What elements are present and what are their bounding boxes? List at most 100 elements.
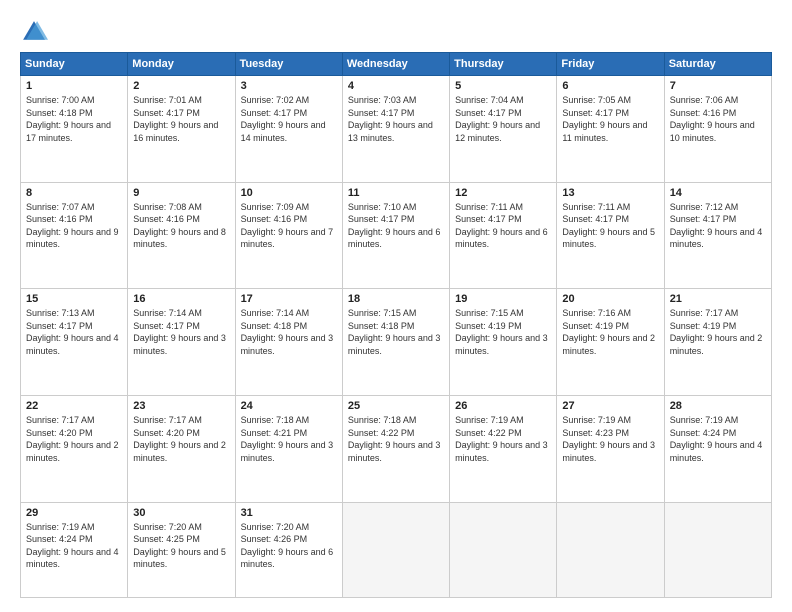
calendar-cell: 11 Sunrise: 7:10 AM Sunset: 4:17 PM Dayl… bbox=[342, 182, 449, 289]
day-number: 17 bbox=[241, 293, 337, 305]
day-info: Sunrise: 7:19 AM Sunset: 4:23 PM Dayligh… bbox=[562, 414, 658, 464]
day-info: Sunrise: 7:02 AM Sunset: 4:17 PM Dayligh… bbox=[241, 94, 337, 144]
day-number: 13 bbox=[562, 187, 658, 199]
day-info: Sunrise: 7:04 AM Sunset: 4:17 PM Dayligh… bbox=[455, 94, 551, 144]
day-info: Sunrise: 7:13 AM Sunset: 4:17 PM Dayligh… bbox=[26, 307, 122, 357]
calendar-cell bbox=[450, 502, 557, 597]
calendar-cell: 22 Sunrise: 7:17 AM Sunset: 4:20 PM Dayl… bbox=[21, 395, 128, 502]
day-number: 22 bbox=[26, 400, 122, 412]
day-number: 30 bbox=[133, 507, 229, 519]
day-number: 4 bbox=[348, 80, 444, 92]
day-info: Sunrise: 7:01 AM Sunset: 4:17 PM Dayligh… bbox=[133, 94, 229, 144]
day-info: Sunrise: 7:14 AM Sunset: 4:18 PM Dayligh… bbox=[241, 307, 337, 357]
col-header-monday: Monday bbox=[128, 53, 235, 76]
col-header-wednesday: Wednesday bbox=[342, 53, 449, 76]
calendar-cell: 24 Sunrise: 7:18 AM Sunset: 4:21 PM Dayl… bbox=[235, 395, 342, 502]
calendar-cell: 8 Sunrise: 7:07 AM Sunset: 4:16 PM Dayli… bbox=[21, 182, 128, 289]
day-info: Sunrise: 7:07 AM Sunset: 4:16 PM Dayligh… bbox=[26, 201, 122, 251]
day-info: Sunrise: 7:11 AM Sunset: 4:17 PM Dayligh… bbox=[455, 201, 551, 251]
day-info: Sunrise: 7:05 AM Sunset: 4:17 PM Dayligh… bbox=[562, 94, 658, 144]
day-number: 26 bbox=[455, 400, 551, 412]
calendar-cell: 5 Sunrise: 7:04 AM Sunset: 4:17 PM Dayli… bbox=[450, 76, 557, 183]
calendar-cell: 27 Sunrise: 7:19 AM Sunset: 4:23 PM Dayl… bbox=[557, 395, 664, 502]
day-number: 20 bbox=[562, 293, 658, 305]
calendar-table: SundayMondayTuesdayWednesdayThursdayFrid… bbox=[20, 52, 772, 598]
calendar-cell: 28 Sunrise: 7:19 AM Sunset: 4:24 PM Dayl… bbox=[664, 395, 771, 502]
day-info: Sunrise: 7:09 AM Sunset: 4:16 PM Dayligh… bbox=[241, 201, 337, 251]
calendar-cell: 29 Sunrise: 7:19 AM Sunset: 4:24 PM Dayl… bbox=[21, 502, 128, 597]
calendar-cell: 31 Sunrise: 7:20 AM Sunset: 4:26 PM Dayl… bbox=[235, 502, 342, 597]
day-number: 31 bbox=[241, 507, 337, 519]
calendar-cell: 30 Sunrise: 7:20 AM Sunset: 4:25 PM Dayl… bbox=[128, 502, 235, 597]
day-info: Sunrise: 7:12 AM Sunset: 4:17 PM Dayligh… bbox=[670, 201, 766, 251]
day-number: 23 bbox=[133, 400, 229, 412]
calendar-cell: 15 Sunrise: 7:13 AM Sunset: 4:17 PM Dayl… bbox=[21, 289, 128, 396]
day-info: Sunrise: 7:06 AM Sunset: 4:16 PM Dayligh… bbox=[670, 94, 766, 144]
calendar-cell: 6 Sunrise: 7:05 AM Sunset: 4:17 PM Dayli… bbox=[557, 76, 664, 183]
calendar-cell: 7 Sunrise: 7:06 AM Sunset: 4:16 PM Dayli… bbox=[664, 76, 771, 183]
calendar-cell: 19 Sunrise: 7:15 AM Sunset: 4:19 PM Dayl… bbox=[450, 289, 557, 396]
day-info: Sunrise: 7:18 AM Sunset: 4:21 PM Dayligh… bbox=[241, 414, 337, 464]
day-number: 1 bbox=[26, 80, 122, 92]
calendar-cell: 10 Sunrise: 7:09 AM Sunset: 4:16 PM Dayl… bbox=[235, 182, 342, 289]
day-number: 14 bbox=[670, 187, 766, 199]
col-header-saturday: Saturday bbox=[664, 53, 771, 76]
col-header-sunday: Sunday bbox=[21, 53, 128, 76]
calendar-cell: 20 Sunrise: 7:16 AM Sunset: 4:19 PM Dayl… bbox=[557, 289, 664, 396]
day-info: Sunrise: 7:16 AM Sunset: 4:19 PM Dayligh… bbox=[562, 307, 658, 357]
day-number: 16 bbox=[133, 293, 229, 305]
day-number: 12 bbox=[455, 187, 551, 199]
day-info: Sunrise: 7:10 AM Sunset: 4:17 PM Dayligh… bbox=[348, 201, 444, 251]
calendar-cell: 26 Sunrise: 7:19 AM Sunset: 4:22 PM Dayl… bbox=[450, 395, 557, 502]
day-info: Sunrise: 7:17 AM Sunset: 4:20 PM Dayligh… bbox=[133, 414, 229, 464]
calendar-cell: 23 Sunrise: 7:17 AM Sunset: 4:20 PM Dayl… bbox=[128, 395, 235, 502]
day-number: 11 bbox=[348, 187, 444, 199]
day-info: Sunrise: 7:15 AM Sunset: 4:19 PM Dayligh… bbox=[455, 307, 551, 357]
calendar-cell: 13 Sunrise: 7:11 AM Sunset: 4:17 PM Dayl… bbox=[557, 182, 664, 289]
day-number: 18 bbox=[348, 293, 444, 305]
day-number: 19 bbox=[455, 293, 551, 305]
logo bbox=[20, 18, 52, 46]
day-number: 10 bbox=[241, 187, 337, 199]
day-info: Sunrise: 7:15 AM Sunset: 4:18 PM Dayligh… bbox=[348, 307, 444, 357]
col-header-friday: Friday bbox=[557, 53, 664, 76]
day-number: 2 bbox=[133, 80, 229, 92]
day-info: Sunrise: 7:17 AM Sunset: 4:20 PM Dayligh… bbox=[26, 414, 122, 464]
calendar-cell: 14 Sunrise: 7:12 AM Sunset: 4:17 PM Dayl… bbox=[664, 182, 771, 289]
day-info: Sunrise: 7:19 AM Sunset: 4:24 PM Dayligh… bbox=[26, 521, 122, 571]
day-number: 9 bbox=[133, 187, 229, 199]
calendar-cell bbox=[557, 502, 664, 597]
day-number: 5 bbox=[455, 80, 551, 92]
day-number: 8 bbox=[26, 187, 122, 199]
day-info: Sunrise: 7:11 AM Sunset: 4:17 PM Dayligh… bbox=[562, 201, 658, 251]
calendar-cell bbox=[664, 502, 771, 597]
day-number: 29 bbox=[26, 507, 122, 519]
day-number: 25 bbox=[348, 400, 444, 412]
calendar-cell: 25 Sunrise: 7:18 AM Sunset: 4:22 PM Dayl… bbox=[342, 395, 449, 502]
day-number: 15 bbox=[26, 293, 122, 305]
calendar-cell: 21 Sunrise: 7:17 AM Sunset: 4:19 PM Dayl… bbox=[664, 289, 771, 396]
day-number: 27 bbox=[562, 400, 658, 412]
calendar-cell: 16 Sunrise: 7:14 AM Sunset: 4:17 PM Dayl… bbox=[128, 289, 235, 396]
day-number: 3 bbox=[241, 80, 337, 92]
calendar-cell: 4 Sunrise: 7:03 AM Sunset: 4:17 PM Dayli… bbox=[342, 76, 449, 183]
calendar-cell: 2 Sunrise: 7:01 AM Sunset: 4:17 PM Dayli… bbox=[128, 76, 235, 183]
day-info: Sunrise: 7:19 AM Sunset: 4:22 PM Dayligh… bbox=[455, 414, 551, 464]
day-info: Sunrise: 7:00 AM Sunset: 4:18 PM Dayligh… bbox=[26, 94, 122, 144]
day-info: Sunrise: 7:03 AM Sunset: 4:17 PM Dayligh… bbox=[348, 94, 444, 144]
calendar-cell: 3 Sunrise: 7:02 AM Sunset: 4:17 PM Dayli… bbox=[235, 76, 342, 183]
calendar-cell: 12 Sunrise: 7:11 AM Sunset: 4:17 PM Dayl… bbox=[450, 182, 557, 289]
calendar-cell bbox=[342, 502, 449, 597]
day-info: Sunrise: 7:17 AM Sunset: 4:19 PM Dayligh… bbox=[670, 307, 766, 357]
calendar-cell: 17 Sunrise: 7:14 AM Sunset: 4:18 PM Dayl… bbox=[235, 289, 342, 396]
calendar-cell: 9 Sunrise: 7:08 AM Sunset: 4:16 PM Dayli… bbox=[128, 182, 235, 289]
logo-icon bbox=[20, 18, 48, 46]
day-number: 28 bbox=[670, 400, 766, 412]
day-info: Sunrise: 7:20 AM Sunset: 4:26 PM Dayligh… bbox=[241, 521, 337, 571]
page: SundayMondayTuesdayWednesdayThursdayFrid… bbox=[0, 0, 792, 612]
day-info: Sunrise: 7:19 AM Sunset: 4:24 PM Dayligh… bbox=[670, 414, 766, 464]
day-info: Sunrise: 7:08 AM Sunset: 4:16 PM Dayligh… bbox=[133, 201, 229, 251]
day-number: 21 bbox=[670, 293, 766, 305]
calendar-cell: 18 Sunrise: 7:15 AM Sunset: 4:18 PM Dayl… bbox=[342, 289, 449, 396]
header bbox=[20, 18, 772, 46]
